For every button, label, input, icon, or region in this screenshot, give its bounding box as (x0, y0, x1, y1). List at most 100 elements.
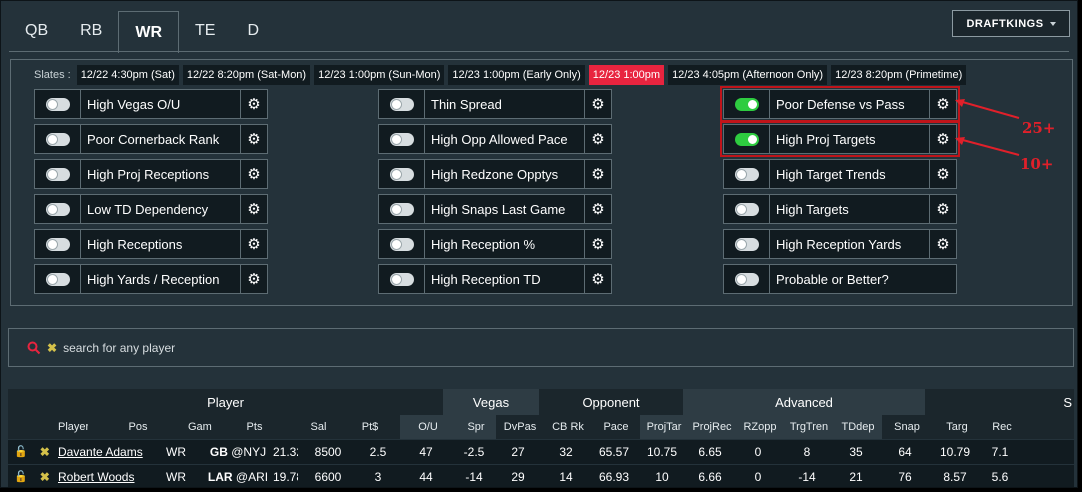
filter-high-yards-reception: High Yards / Reception ⚙ (34, 264, 268, 294)
toggle-switch[interactable] (734, 272, 759, 286)
toggle-switch[interactable] (45, 167, 70, 181)
slate-option[interactable]: 12/23 8:20pm (Primetime) (831, 65, 967, 85)
cell-rec: 7.1 (991, 445, 1009, 459)
toggle-cell[interactable] (35, 195, 81, 223)
col-projtar[interactable]: ProjTar (640, 415, 688, 439)
col-pos[interactable]: Pos (88, 421, 188, 433)
toggle-cell[interactable] (379, 195, 425, 223)
gear-icon[interactable]: ⚙ (585, 160, 611, 188)
col-rec[interactable]: Rec (982, 421, 1022, 433)
toggle-cell[interactable] (724, 160, 770, 188)
toggle-cell[interactable] (379, 90, 425, 118)
site-select-button[interactable]: DRAFTKINGS (952, 10, 1070, 37)
toggle-switch[interactable] (389, 237, 414, 251)
toggle-cell[interactable] (724, 230, 770, 258)
gear-icon[interactable]: ⚙ (241, 90, 267, 118)
toggle-switch[interactable] (389, 97, 414, 111)
annotation-25-plus: 25+ (1022, 119, 1056, 137)
toggle-cell[interactable] (724, 265, 770, 293)
position-tabs: QB RB WR TE D (9, 11, 275, 53)
toggle-switch[interactable] (389, 167, 414, 181)
tab-qb[interactable]: QB (9, 11, 64, 51)
gear-icon[interactable]: ⚙ (585, 90, 611, 118)
toggle-switch[interactable] (389, 272, 414, 286)
filter-label: Probable or Better? (776, 271, 889, 287)
col-pace[interactable]: Pace (592, 421, 640, 433)
slate-option-active[interactable]: 12/23 1:00pm (588, 65, 665, 85)
col-tddep[interactable]: TDdep (834, 415, 882, 439)
search-icon[interactable] (27, 341, 41, 355)
tab-rb[interactable]: RB (64, 11, 118, 51)
toggle-cell[interactable] (724, 195, 770, 223)
toggle-cell[interactable] (379, 265, 425, 293)
toggle-cell[interactable] (35, 125, 81, 153)
toggle-switch[interactable] (45, 272, 70, 286)
toggle-cell[interactable] (379, 125, 425, 153)
exclude-icon[interactable]: ✖ (40, 470, 50, 484)
filter-label: High Reception % (425, 230, 585, 258)
toggle-cell[interactable] (35, 90, 81, 118)
slate-option[interactable]: 12/23 1:00pm (Early Only) (448, 65, 585, 85)
unlock-icon[interactable]: 🔓 (14, 445, 28, 459)
tab-wr[interactable]: WR (118, 11, 180, 53)
gear-icon[interactable]: ⚙ (585, 125, 611, 153)
unlock-icon[interactable]: 🔓 (14, 470, 28, 484)
toggle-cell[interactable] (724, 125, 770, 153)
slate-option[interactable]: 12/23 1:00pm (Sun-Mon) (314, 65, 445, 85)
gear-icon[interactable]: ⚙ (585, 230, 611, 258)
col-spr[interactable]: Spr (456, 415, 496, 439)
toggle-cell[interactable] (379, 160, 425, 188)
col-trgtren[interactable]: TrgTren (784, 415, 834, 439)
gear-icon[interactable]: ⚙ (241, 160, 267, 188)
toggle-cell[interactable] (35, 265, 81, 293)
col-rzopp[interactable]: RZopp (736, 415, 784, 439)
toggle-cell[interactable] (724, 90, 770, 118)
filter-label: High Receptions (81, 230, 241, 258)
col-ou[interactable]: O/U (400, 415, 456, 439)
col-player[interactable]: Player (58, 421, 88, 433)
gear-icon[interactable]: ⚙ (930, 195, 956, 223)
toggle-switch-on[interactable] (734, 97, 759, 111)
clear-icon[interactable]: ✖ (47, 341, 57, 355)
col-snap[interactable]: Snap (882, 421, 932, 433)
gear-icon[interactable]: ⚙ (241, 195, 267, 223)
slate-option[interactable]: 12/22 4:30pm (Sat) (76, 65, 179, 85)
search-input[interactable]: search for any player (63, 341, 175, 355)
col-cbrk[interactable]: CB Rk (544, 421, 592, 433)
toggle-switch[interactable] (389, 202, 414, 216)
toggle-switch[interactable] (45, 202, 70, 216)
tab-d[interactable]: D (231, 11, 275, 51)
tab-te[interactable]: TE (179, 11, 231, 51)
gear-icon[interactable]: ⚙ (585, 195, 611, 223)
toggle-switch[interactable] (45, 237, 70, 251)
gear-icon[interactable]: ⚙ (241, 265, 267, 293)
col-pts[interactable]: Pts (212, 421, 297, 433)
col-ptd[interactable]: Pt$ (340, 421, 400, 433)
toggle-switch[interactable] (45, 97, 70, 111)
col-game[interactable]: Game (188, 421, 212, 433)
gear-icon[interactable]: ⚙ (930, 160, 956, 188)
toggle-switch[interactable] (45, 132, 70, 146)
toggle-switch[interactable] (389, 132, 414, 146)
col-projrec[interactable]: ProjRec (688, 415, 736, 439)
slate-option[interactable]: 12/22 8:20pm (Sat-Mon) (182, 65, 311, 85)
col-dvpas[interactable]: DvPas (496, 421, 544, 433)
toggle-cell[interactable] (379, 230, 425, 258)
slate-option[interactable]: 12/23 4:05pm (Afternoon Only) (668, 65, 828, 85)
gear-icon[interactable]: ⚙ (241, 230, 267, 258)
col-targ[interactable]: Targ (932, 421, 982, 433)
toggle-switch-on[interactable] (734, 132, 759, 146)
toggle-switch[interactable] (734, 202, 759, 216)
gear-icon[interactable]: ⚙ (930, 230, 956, 258)
gear-icon[interactable]: ⚙ (241, 125, 267, 153)
gear-icon[interactable]: ⚙ (585, 265, 611, 293)
toggle-cell[interactable] (35, 230, 81, 258)
toggle-switch[interactable] (734, 237, 759, 251)
player-search: ✖ search for any player (8, 328, 1074, 367)
cell-pts: 19.78 (273, 470, 298, 484)
col-sal[interactable]: Sal (297, 421, 340, 433)
toggle-switch[interactable] (734, 167, 759, 181)
exclude-icon[interactable]: ✖ (40, 445, 50, 459)
toggle-cell[interactable] (35, 160, 81, 188)
cell-tddep: 21 (832, 465, 880, 487)
